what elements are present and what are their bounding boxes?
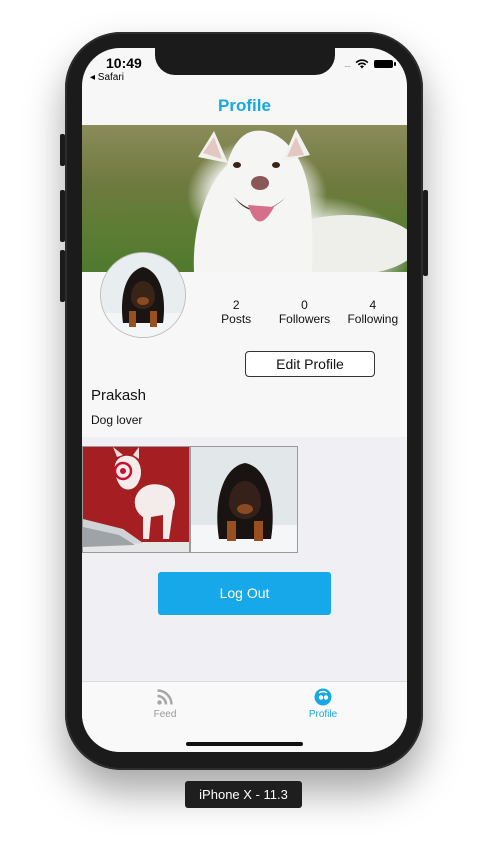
tab-feed[interactable]: Feed [105,688,225,720]
cover-photo [82,125,407,275]
stat-posts-value: 2 [232,298,240,312]
rss-icon [157,689,173,705]
profile-stats: 2 Posts 0 Followers 4 Following [202,298,407,326]
stat-following-label: Following [347,312,399,326]
home-indicator[interactable] [186,742,303,746]
posts-gallery [82,437,407,681]
profile-name: Prakash [91,387,147,404]
gallery-item[interactable] [82,446,190,553]
page-title: Profile [218,96,271,115]
wifi-icon [355,59,369,69]
stat-following[interactable]: 4 Following [339,298,407,326]
bull-terrier-target-photo [83,447,189,552]
battery-icon [374,60,396,68]
volume-down-button [60,250,65,302]
profile-icon [314,688,332,706]
stat-followers[interactable]: 0 Followers [270,298,338,326]
log-out-button[interactable]: Log Out [158,572,331,615]
side-button [423,190,428,276]
profile-bio: Dog lover [91,413,143,427]
stat-followers-label: Followers [278,312,331,326]
stat-following-value: 4 [369,298,377,312]
back-to-safari[interactable]: ◂ Safari [90,72,124,83]
status-indicators: .... [343,59,396,69]
volume-up-button [60,190,65,242]
black-mastiff-photo [191,447,297,552]
stat-posts-label: Posts [221,312,252,326]
tab-feed-label: Feed [153,709,177,720]
avatar[interactable] [100,252,186,338]
gallery-item[interactable] [190,446,298,553]
tab-bar: Feed Profile [82,681,407,752]
tab-profile-label: Profile [308,709,338,720]
signal-dots: .... [343,59,351,69]
status-time: 10:49 [106,55,142,71]
screen: 10:49 ◂ Safari .... Profile 2 Posts 0 Fo… [82,48,407,752]
stat-posts[interactable]: 2 Posts [202,298,270,326]
device-label: iPhone X - 11.3 [185,781,302,808]
edit-profile-button[interactable]: Edit Profile [245,351,375,377]
black-mastiff-photo [101,253,185,337]
stat-followers-value: 0 [301,298,308,312]
mute-switch [60,134,65,166]
white-dog-photo [193,129,407,275]
tab-profile[interactable]: Profile [263,688,383,720]
notch [155,48,335,75]
